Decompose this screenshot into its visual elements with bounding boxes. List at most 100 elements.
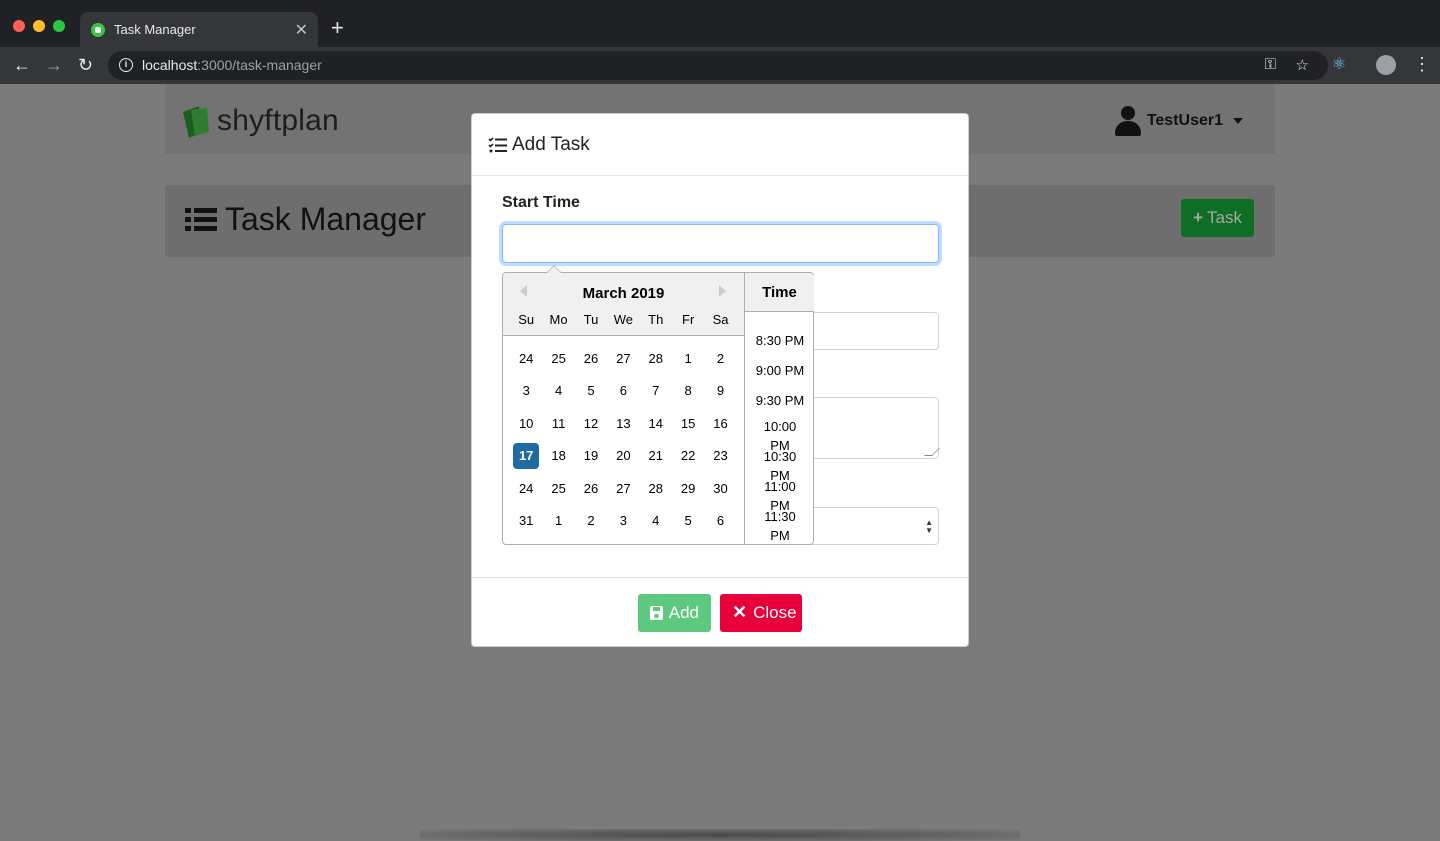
modal-header: Add Task xyxy=(472,114,968,176)
calendar-day[interactable]: 29 xyxy=(675,476,701,502)
calendar-day[interactable]: 3 xyxy=(513,378,539,404)
forward-arrow-icon[interactable]: → xyxy=(45,55,63,75)
time-option[interactable]: 9:30 PM xyxy=(745,391,814,410)
start-time-input[interactable] xyxy=(502,224,939,263)
address-bar[interactable]: i localhost:3000/task-manager ⚿ ☆ xyxy=(108,51,1328,80)
time-list[interactable]: 8:30 PM 9:00 PM 9:30 PM 10:00 PM 10:30 PM 11:… xyxy=(745,312,814,543)
datepicker-popup: March 2019 Su Mo Tu We Th Fr Sa 24 25 26 27 28 1 2 3 4… xyxy=(502,265,814,545)
calendar-day[interactable]: 10 xyxy=(513,411,539,437)
calendar-day[interactable]: 4 xyxy=(546,378,572,404)
weekday-label: Mo xyxy=(549,312,568,327)
calendar-day[interactable]: 28 xyxy=(643,346,669,372)
browser-tab[interactable]: Task Manager ✕ xyxy=(80,12,318,47)
save-icon xyxy=(650,605,663,620)
calendar-day[interactable]: 22 xyxy=(675,443,701,469)
calendar-day[interactable]: 25 xyxy=(546,476,572,502)
weekday-label: Sa xyxy=(712,312,729,327)
time-column: Time 8:30 PM 9:00 PM 9:30 PM 10:00 PM 10:30 … xyxy=(744,273,814,544)
form-field-select[interactable]: ▲ ▼ xyxy=(802,507,939,545)
add-button-label: Add xyxy=(668,602,699,622)
back-arrow-icon[interactable]: ← xyxy=(13,55,31,75)
key-icon[interactable]: ⚿ xyxy=(1265,56,1276,73)
calendar-day[interactable]: 31 xyxy=(513,508,539,534)
calendar-day[interactable]: 24 xyxy=(513,476,539,502)
calendar-day[interactable]: 1 xyxy=(546,508,572,534)
close-button[interactable]: ✕ Close xyxy=(720,593,802,632)
calendar-day[interactable]: 5 xyxy=(578,378,604,404)
close-button-label: Close xyxy=(753,602,797,622)
calendar-day[interactable]: 21 xyxy=(643,443,669,469)
window-maximize-button[interactable] xyxy=(53,20,65,32)
calendar-day[interactable]: 13 xyxy=(610,411,636,437)
calendar-day[interactable]: 11 xyxy=(546,411,572,437)
calendar-day[interactable]: 2 xyxy=(578,508,604,534)
plus-icon: + xyxy=(1193,208,1204,227)
calendar-day[interactable]: 12 xyxy=(578,411,604,437)
calendar-day[interactable]: 14 xyxy=(643,411,669,437)
info-icon[interactable]: i xyxy=(119,58,133,72)
calendar-day[interactable]: 27 xyxy=(610,476,636,502)
calendar-day[interactable]: 25 xyxy=(546,346,572,372)
calendar-day[interactable]: 2 xyxy=(708,346,734,372)
browser-toolbar: ← → ↻ i localhost:3000/task-manager ⚿ ☆ … xyxy=(0,47,1440,84)
start-time-label: Start Time xyxy=(502,194,580,211)
calendar-day[interactable]: 19 xyxy=(578,443,604,469)
calendar-day[interactable]: 18 xyxy=(546,443,572,469)
url-text: localhost:3000/task-manager xyxy=(142,57,322,73)
calendar-day[interactable]: 24 xyxy=(513,346,539,372)
user-icon xyxy=(1114,106,1141,136)
modal-footer: Add ✕ Close xyxy=(472,577,968,647)
calendar-day[interactable]: 15 xyxy=(675,411,701,437)
calendar-day[interactable]: 16 xyxy=(708,411,734,437)
calendar-day[interactable]: 30 xyxy=(708,476,734,502)
kebab-menu-icon[interactable]: ⋮ xyxy=(1413,54,1431,75)
favicon-icon xyxy=(91,23,105,37)
calendar-grid: 24 25 26 27 28 1 2 3 4 5 6 7 8 9 10 11 12 13 14 15 16 17 18 19 2… xyxy=(510,346,738,540)
star-icon[interactable]: ☆ xyxy=(1296,56,1309,74)
reload-icon[interactable]: ↻ xyxy=(78,55,93,75)
calendar-day[interactable]: 6 xyxy=(708,508,734,534)
user-name: TestUser1 xyxy=(1146,112,1223,129)
react-devtools-icon[interactable]: ⚛ xyxy=(1332,54,1350,73)
calendar-day[interactable]: 23 xyxy=(708,443,734,469)
logo-text[interactable]: shyftplan xyxy=(217,104,339,138)
weekday-label: Fr xyxy=(682,312,695,327)
calendar-day[interactable]: 6 xyxy=(610,378,636,404)
time-option[interactable]: 9:00 PM xyxy=(745,361,814,380)
time-option[interactable]: 8:30 PM xyxy=(745,331,814,350)
resize-handle[interactable] xyxy=(924,448,940,456)
select-arrows-icon: ▲ ▼ xyxy=(925,518,933,535)
calendar-day[interactable]: 28 xyxy=(643,476,669,502)
datepicker-month: March 2019 Su Mo Tu We Th Fr Sa 24 25 26 27 28 1 2 3 4… xyxy=(503,273,744,543)
weekday-label: We xyxy=(613,312,633,327)
next-month-icon[interactable] xyxy=(719,285,726,297)
calendar-day[interactable]: 9 xyxy=(708,378,734,404)
modal-title-text: Add Task xyxy=(512,133,590,155)
calendar-day[interactable]: 27 xyxy=(610,346,636,372)
calendar-day[interactable]: 26 xyxy=(578,476,604,502)
calendar-day[interactable]: 26 xyxy=(578,346,604,372)
weekday-header: Su Mo Tu We Th Fr Sa xyxy=(510,312,738,327)
add-task-button[interactable]: + Task xyxy=(1181,199,1254,237)
calendar-day[interactable]: 7 xyxy=(643,378,669,404)
time-option[interactable]: 11:30 PM xyxy=(763,507,797,543)
calendar-day[interactable]: 3 xyxy=(610,508,636,534)
add-button[interactable]: Add xyxy=(638,593,711,632)
new-tab-icon[interactable]: + xyxy=(331,17,344,39)
calendar-day[interactable]: 20 xyxy=(610,443,636,469)
weekday-label: Th xyxy=(648,312,664,327)
calendar-day[interactable]: 1 xyxy=(675,346,701,372)
window-minimize-button[interactable] xyxy=(33,20,45,32)
calendar-day-selected[interactable]: 17 xyxy=(513,443,540,470)
form-field-input[interactable] xyxy=(802,312,939,350)
tasks-icon xyxy=(488,136,507,152)
window-close-button[interactable] xyxy=(13,20,25,32)
shadow xyxy=(420,829,1020,841)
user-menu[interactable]: TestUser1 xyxy=(1114,106,1243,136)
calendar-day[interactable]: 8 xyxy=(675,378,701,404)
form-field-textarea[interactable] xyxy=(802,397,940,459)
tab-close-icon[interactable]: ✕ xyxy=(295,20,308,40)
calendar-day[interactable]: 5 xyxy=(675,508,701,534)
calendar-day[interactable]: 4 xyxy=(643,508,669,534)
profile-avatar-icon[interactable] xyxy=(1376,55,1396,75)
